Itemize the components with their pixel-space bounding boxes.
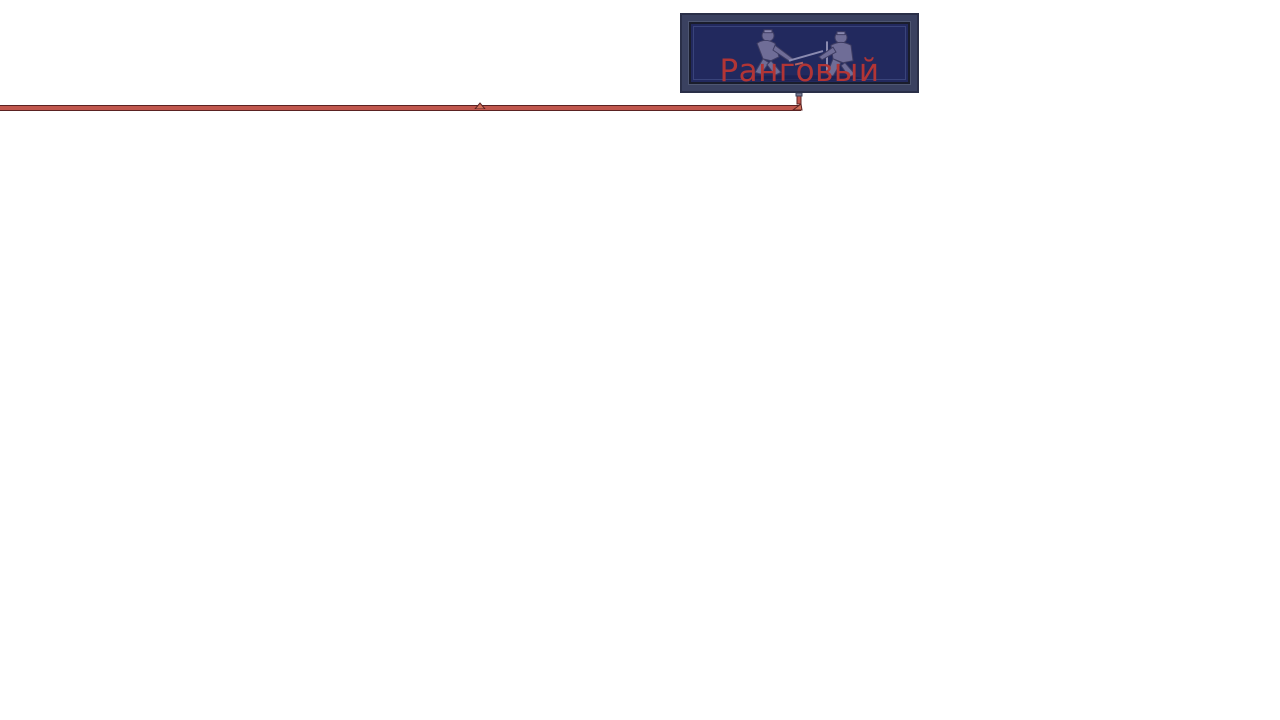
rail-joint-icon [474, 102, 486, 109]
game-screen: Ранговый [0, 0, 1280, 720]
rail-elbow-icon [792, 92, 803, 111]
ranked-mode-panel: Ранговый [688, 21, 911, 85]
connector-rail [0, 105, 801, 111]
ranked-mode-button[interactable]: Ранговый [680, 13, 919, 93]
duel-players-icon [741, 29, 861, 82]
